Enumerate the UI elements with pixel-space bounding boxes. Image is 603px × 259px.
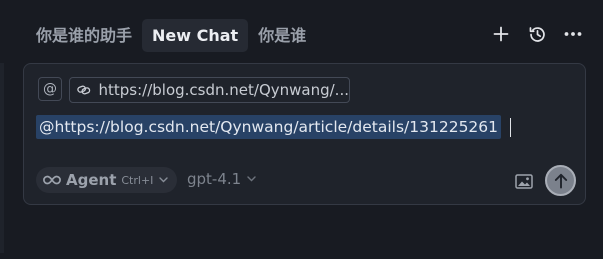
header-actions: [477, 22, 585, 46]
send-button[interactable]: [545, 165, 576, 196]
chat-panel: 你是谁的助手 New Chat 你是谁 @ https://blog.csdn.…: [0, 0, 603, 259]
history-icon: [529, 26, 545, 42]
link-icon: [77, 85, 91, 95]
add-context-button[interactable]: @: [38, 77, 62, 101]
plus-icon: [493, 26, 509, 42]
agent-shortcut-hint: Ctrl+I: [121, 173, 154, 187]
context-link-pill[interactable]: https://blog.csdn.net/Qynwang/...: [69, 77, 350, 103]
model-label: gpt-4.1: [187, 170, 242, 188]
agent-mode-selector[interactable]: Agent Ctrl+I: [36, 167, 178, 193]
tab-chat-assistant[interactable]: 你是谁的助手: [26, 19, 142, 52]
attach-image-button[interactable]: [513, 171, 535, 191]
message-input[interactable]: @https://blog.csdn.net/Qynwang/article/d…: [36, 114, 512, 140]
at-icon: @: [43, 81, 57, 97]
arrow-up-icon: [554, 173, 567, 188]
image-icon: [515, 173, 533, 189]
history-button[interactable]: [525, 22, 549, 46]
agent-mode-label: Agent: [66, 171, 117, 189]
tab-who-are-you[interactable]: 你是谁: [248, 19, 316, 52]
tab-new-chat[interactable]: New Chat: [142, 18, 249, 52]
url-mention: @https://blog.csdn.net/Qynwang/article/d…: [36, 115, 502, 139]
chevron-down-icon: [159, 177, 169, 183]
left-edge-divider: [0, 63, 4, 253]
context-link-text: https://blog.csdn.net/Qynwang/...: [98, 81, 350, 99]
more-icon: [564, 32, 582, 36]
text-caret: [510, 117, 512, 137]
new-chat-button[interactable]: [489, 22, 513, 46]
chat-tabs: 你是谁的助手 New Chat 你是谁: [26, 18, 316, 52]
model-selector[interactable]: gpt-4.1: [187, 170, 256, 188]
infinity-icon: [43, 175, 61, 185]
more-options-button[interactable]: [561, 22, 585, 46]
chevron-down-icon: [247, 176, 256, 182]
message-composer: @ https://blog.csdn.net/Qynwang/... @htt…: [23, 63, 586, 205]
